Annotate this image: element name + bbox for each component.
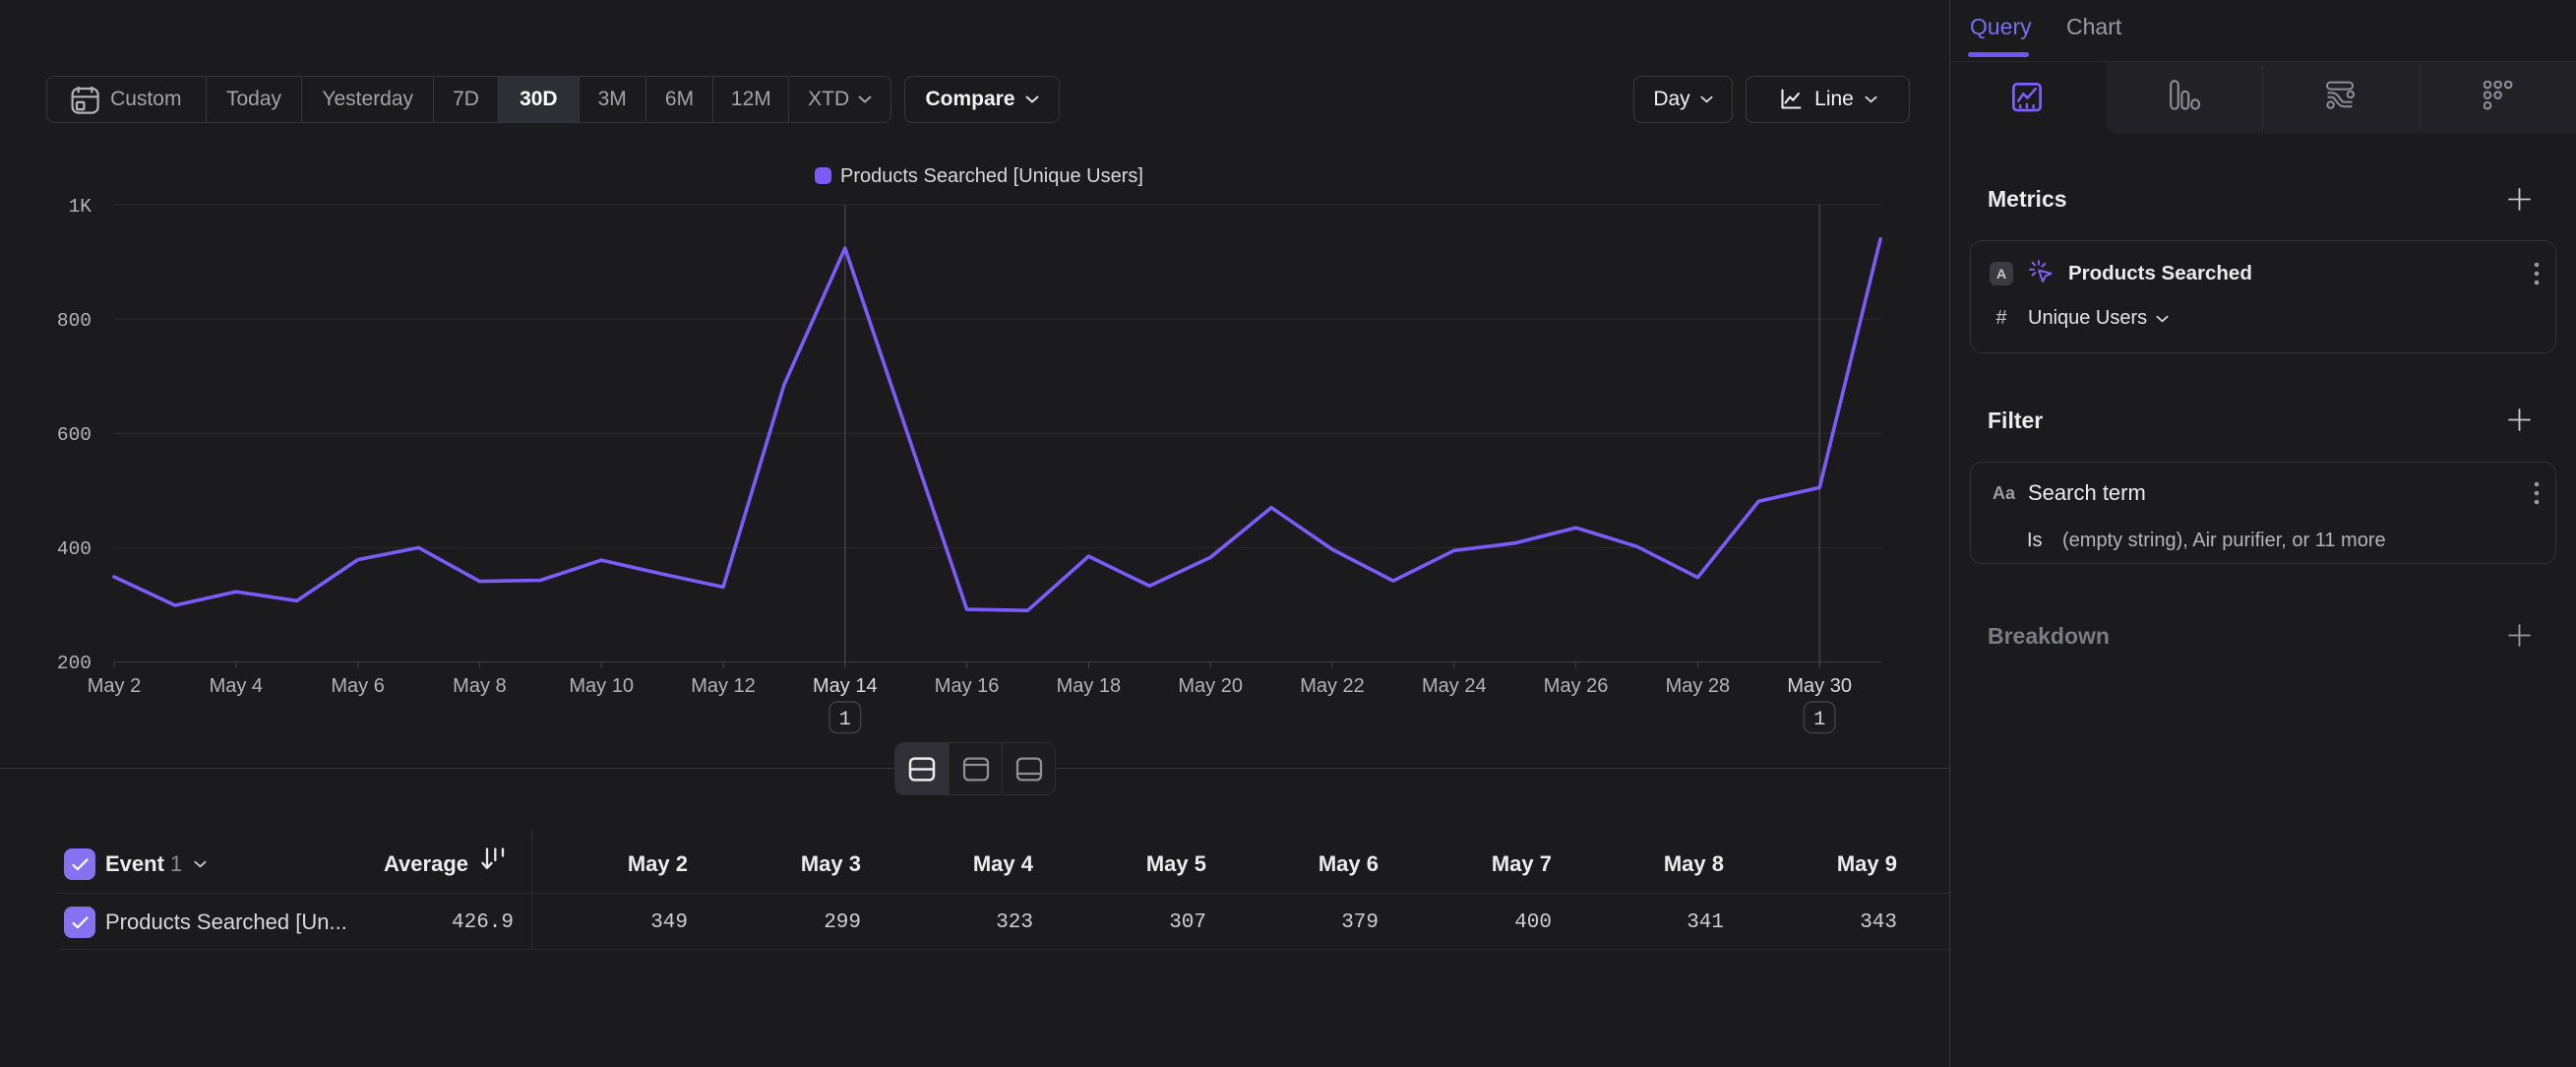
svg-text:May 30: May 30 bbox=[1787, 675, 1852, 697]
svg-text:1: 1 bbox=[839, 709, 851, 731]
svg-text:May 28: May 28 bbox=[1666, 675, 1731, 697]
svg-text:May 12: May 12 bbox=[691, 675, 756, 697]
svg-text:May 20: May 20 bbox=[1178, 675, 1243, 697]
svg-text:May 16: May 16 bbox=[935, 675, 1000, 697]
svg-text:May 18: May 18 bbox=[1057, 675, 1122, 697]
svg-text:400: 400 bbox=[57, 538, 92, 560]
svg-text:1K: 1K bbox=[69, 196, 92, 218]
svg-text:1: 1 bbox=[1813, 709, 1825, 731]
svg-text:200: 200 bbox=[57, 653, 92, 674]
svg-text:May 8: May 8 bbox=[453, 675, 506, 697]
svg-text:May 6: May 6 bbox=[331, 675, 384, 697]
svg-text:May 24: May 24 bbox=[1422, 675, 1487, 697]
svg-text:600: 600 bbox=[57, 424, 92, 446]
svg-text:May 10: May 10 bbox=[569, 675, 634, 697]
svg-text:May 22: May 22 bbox=[1300, 675, 1365, 697]
svg-text:May 4: May 4 bbox=[210, 675, 263, 697]
svg-text:May 26: May 26 bbox=[1544, 675, 1609, 697]
svg-text:May 14: May 14 bbox=[813, 675, 878, 697]
svg-text:800: 800 bbox=[57, 310, 92, 332]
svg-text:May 2: May 2 bbox=[88, 675, 141, 697]
